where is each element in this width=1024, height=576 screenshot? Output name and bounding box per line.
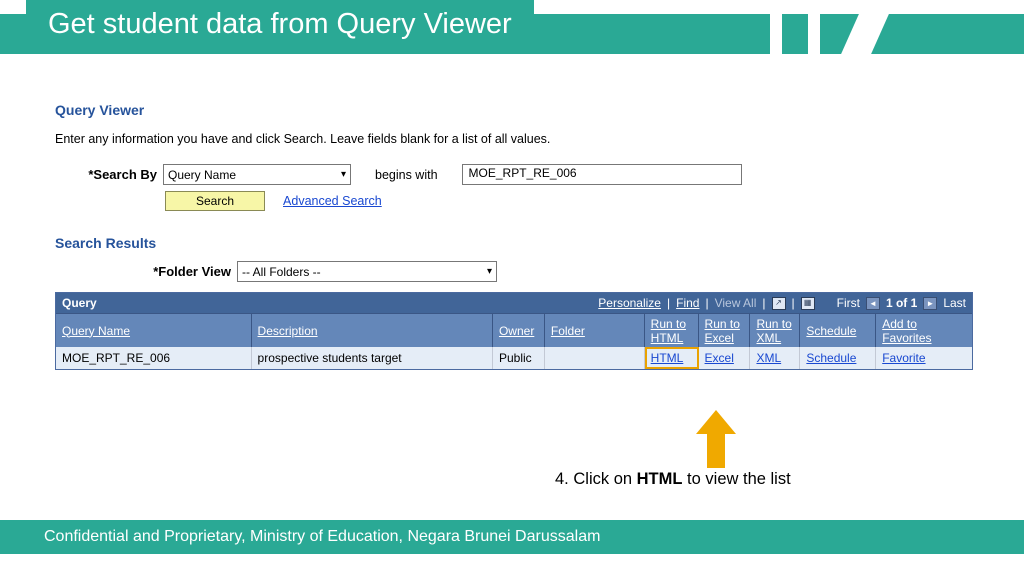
search-row: *Search By Query Name ▾ begins with MOE_… (55, 164, 984, 185)
personalize-link[interactable]: Personalize (598, 296, 661, 310)
search-button[interactable]: Search (165, 191, 265, 211)
run-excel-link[interactable]: Excel (705, 351, 734, 365)
folder-view-label: *Folder View (55, 264, 237, 279)
cell-schedule: Schedule (800, 347, 876, 369)
run-xml-link[interactable]: XML (756, 351, 781, 365)
row-counter: 1 of 1 (886, 296, 917, 310)
col-run-html[interactable]: Run to HTML (645, 314, 699, 347)
cell-folder (545, 347, 645, 369)
callout-step-number: 4. (555, 470, 569, 489)
prev-arrow-icon[interactable]: ◄ (866, 297, 880, 310)
cell-favorite: Favorite (876, 347, 972, 369)
search-by-label: *Search By (55, 167, 163, 182)
view-all-link[interactable]: View All (715, 296, 757, 310)
query-viewer-heading: Query Viewer (55, 102, 984, 118)
last-label: Last (943, 296, 966, 310)
folder-view-select[interactable]: -- All Folders -- ▾ (237, 261, 497, 282)
callout-text: 4. Click on HTML to view the list (555, 470, 791, 489)
folder-view-value: -- All Folders -- (242, 265, 321, 279)
begins-with-label: begins with (371, 168, 462, 182)
footer-text: Confidential and Proprietary, Ministry o… (44, 528, 600, 546)
col-run-xml[interactable]: Run to XML (750, 314, 800, 347)
slide-footer: Confidential and Proprietary, Ministry o… (0, 520, 1024, 554)
search-text-input[interactable]: MOE_RPT_RE_006 (462, 164, 742, 185)
col-folder[interactable]: Folder (545, 314, 645, 347)
next-arrow-icon[interactable]: ► (923, 297, 937, 310)
grid-toolbar-right: Personalize | Find | View All | ↗ | ▦ Fi… (598, 296, 966, 310)
grid-title: Query (62, 296, 97, 310)
folder-view-row: *Folder View -- All Folders -- ▾ (55, 261, 984, 282)
callout-pre: Click on (573, 470, 636, 488)
banner-decor (808, 14, 820, 54)
col-query-name[interactable]: Query Name (56, 314, 252, 347)
search-results-heading: Search Results (55, 235, 984, 251)
col-schedule[interactable]: Schedule (800, 314, 876, 347)
search-by-select[interactable]: Query Name ▾ (163, 164, 351, 185)
callout-arrow-icon (696, 410, 736, 468)
separator: | (792, 296, 795, 310)
schedule-link[interactable]: Schedule (806, 351, 856, 365)
cell-query-name: MOE_RPT_RE_006 (56, 347, 252, 369)
separator: | (762, 296, 765, 310)
chevron-down-icon: ▾ (341, 169, 346, 180)
callout-bold: HTML (637, 470, 683, 488)
cell-run-excel: Excel (699, 347, 751, 369)
page-content: Query Viewer Enter any information you h… (0, 62, 1024, 370)
slide-banner: Get student data from Query Viewer (0, 0, 1024, 62)
find-link[interactable]: Find (676, 296, 699, 310)
table-row: MOE_RPT_RE_006 prospective students targ… (56, 347, 972, 369)
separator: | (705, 296, 708, 310)
first-label: First (837, 296, 860, 310)
callout-post: to view the list (682, 470, 790, 488)
advanced-search-link[interactable]: Advanced Search (283, 194, 382, 208)
grid-download-icon[interactable]: ▦ (801, 297, 815, 310)
favorite-link[interactable]: Favorite (882, 351, 925, 365)
search-text-value: MOE_RPT_RE_006 (469, 166, 577, 180)
slide-title: Get student data from Query Viewer (26, 0, 534, 54)
run-html-link[interactable]: HTML (651, 351, 684, 365)
search-actions-row: Search Advanced Search (55, 191, 984, 211)
search-by-value: Query Name (168, 168, 236, 182)
results-grid: Query Personalize | Find | View All | ↗ … (55, 292, 973, 370)
col-favorites[interactable]: Add to Favorites (876, 314, 972, 347)
cell-owner: Public (493, 347, 545, 369)
instruction-text: Enter any information you have and click… (55, 132, 984, 146)
grid-toolbar: Query Personalize | Find | View All | ↗ … (56, 293, 972, 313)
cell-run-xml: XML (750, 347, 800, 369)
separator: | (667, 296, 670, 310)
col-run-excel[interactable]: Run to Excel (699, 314, 751, 347)
grid-header-row: Query Name Description Owner Folder Run … (56, 313, 972, 347)
banner-decor (770, 14, 782, 54)
cell-description: prospective students target (252, 347, 493, 369)
col-owner[interactable]: Owner (493, 314, 545, 347)
cell-run-html: HTML (645, 347, 699, 369)
zoom-icon[interactable]: ↗ (772, 297, 786, 310)
chevron-down-icon: ▾ (487, 266, 492, 277)
col-description[interactable]: Description (252, 314, 493, 347)
